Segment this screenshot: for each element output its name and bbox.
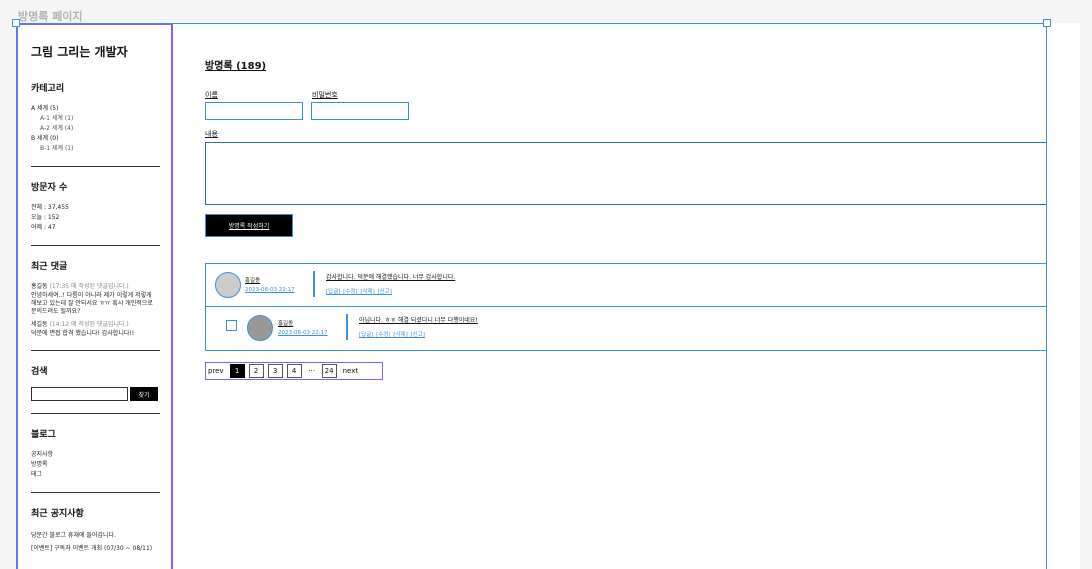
category-list: A 세계 (5) A-1 세계 (1) A-2 세계 (4) B 세계 (0) … [31,104,158,154]
reply-checkbox[interactable] [226,320,237,331]
sidebar: 그림 그리는 개발자 카테고리 A 세계 (5) A-1 세계 (1) A-2 … [16,23,173,569]
page-button-4[interactable]: 4 [286,364,302,378]
password-label: 비밀번호 [312,91,338,99]
comment-date: 2023-08-03 22:17 [278,330,328,336]
comment-actions[interactable]: [답글] [수정] [삭제] [신고] [359,330,425,338]
name-input[interactable] [205,102,303,120]
comment-date: 2023-08-03 22:17 [245,287,295,293]
comment-reply-item: 홍길동 2023-08-03 22:17 아닙니다. ㅎㅎ 해결 되셨다니 너무… [205,306,1047,351]
category-item[interactable]: B-1 세계 (1) [31,144,158,154]
recent-comment-text: 안녕하세여..! 다름이 아니라 제가 이렇게 저렇게 해보고 있는데 잘 안되… [31,292,153,315]
blog-link-notice[interactable]: 공지사항 [31,450,158,460]
recent-comment-author: 세길동 [31,321,48,328]
guestbook-title: 방명록 (189) [205,61,267,72]
page-ellipsis: ··· [308,367,315,375]
divider [31,350,160,351]
blog-link-guestbook[interactable]: 방명록 [31,460,158,470]
comment-divider [346,314,348,340]
write-guestbook-button[interactable]: 방명록 작성하기 [205,214,293,237]
blog-links-title: 블로그 [31,430,56,440]
category-item[interactable]: B 세계 (0) [31,134,158,144]
pagination: prev 1 2 3 4 ··· 24 next [205,362,383,380]
search-input[interactable] [31,387,129,401]
notice-item[interactable]: 당분간 블로그 휴재에 들어갑니다. [31,529,158,542]
comment-divider [313,271,315,297]
category-item[interactable]: A-1 세계 (1) [31,114,158,124]
content-label: 내용 [205,130,218,138]
blog-link-tags[interactable]: 태그 [31,470,158,480]
comment-item: 홍길동 2023-08-03 22:17 감사합니다. 덕분에 해결했습니다. … [205,263,1047,307]
resize-handle[interactable] [12,19,20,27]
category-item[interactable]: A 세계 (5) [31,104,158,114]
divider [31,492,160,493]
content-textarea[interactable] [205,142,1047,205]
password-input[interactable] [311,102,409,120]
comment-text: 감사합니다. 덕분에 해결했습니다. 너무 감사합니다. [326,274,456,281]
visitors-today: 오늘 : 152 [31,214,60,221]
recent-comment-item[interactable]: 홍길동 (17:35 에 작성된 댓글입니다.) 안녕하세여..! 다름이 아니… [31,282,158,316]
notice-item[interactable]: [이벤트] 구독자 이벤트 개최 (07/30 ~ 08/11) [31,542,158,555]
recent-comment-text: 덕분에 면접 합격 했습니다! 감사합니다!! [31,330,135,337]
next-page-button[interactable]: next [341,364,361,378]
page-button-24[interactable]: 24 [321,364,337,378]
prev-page-button[interactable]: prev [206,364,226,378]
comment-author[interactable]: 홍길동 [245,276,260,284]
category-item[interactable]: A-2 세계 (4) [31,124,158,134]
comment-actions[interactable]: [답글] [수정] [삭제] [신고] [326,287,392,295]
search-title: 검색 [31,367,48,377]
search-button[interactable]: 찾기 [130,387,158,401]
blog-title[interactable]: 그림 그리는 개발자 [31,43,158,60]
recent-notices-title: 최근 공지사항 [31,509,84,519]
recent-comment-item[interactable]: 세길동 (14:12 에 작성된 댓글입니다.) 덕분에 면접 합격 했습니다!… [31,320,158,338]
avatar [215,272,241,298]
divider [31,166,160,167]
divider [31,245,160,246]
divider [31,413,160,414]
search-row: 찾기 [31,387,158,401]
visitors-total: 전체 : 37,455 [31,204,69,211]
page-button-1[interactable]: 1 [229,364,245,378]
page-button-3[interactable]: 3 [267,364,283,378]
recent-comment-meta: (17:35 에 작성된 댓글입니다.) [49,283,129,290]
comment-author[interactable]: 홍길동 [278,319,293,327]
recent-comment-author: 홍길동 [31,283,48,290]
recent-comment-meta: (14:12 에 작성된 댓글입니다.) [49,321,129,328]
page-button-2[interactable]: 2 [248,364,264,378]
visitors-title: 방문자 수 [31,183,68,193]
visitors-yesterday: 어제 : 47 [31,224,56,231]
comment-text: 아닙니다. ㅎㅎ 해결 되셨다니 너무 다행이네요! [359,317,478,324]
resize-handle[interactable] [1043,19,1051,27]
name-label: 이름 [205,91,218,99]
frame-label: 방명록 페이지 [18,10,83,23]
recent-comments-title: 최근 댓글 [31,262,68,272]
avatar [247,315,273,341]
category-title: 카테고리 [31,84,65,94]
